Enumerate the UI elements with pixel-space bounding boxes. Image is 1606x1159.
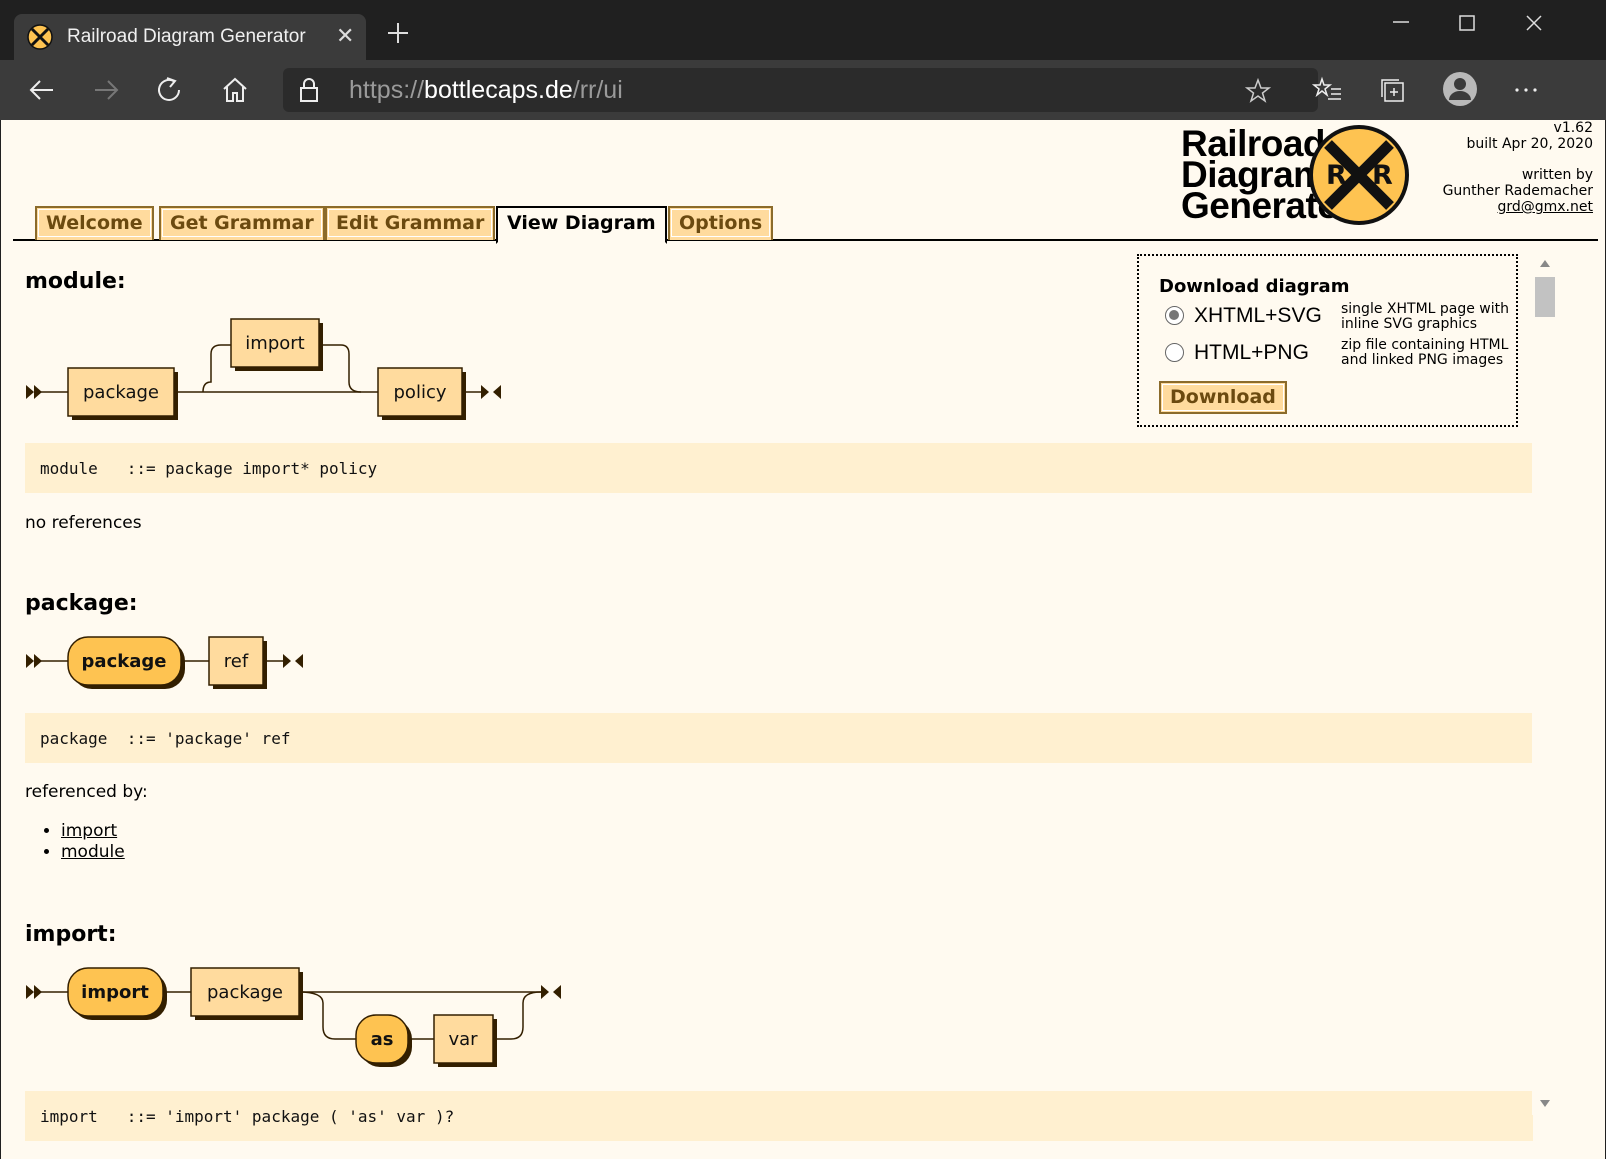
close-tab-icon[interactable]: ✕: [336, 23, 354, 51]
build-date: built Apr 20, 2020: [1466, 136, 1594, 152]
address-bar[interactable]: https://bottlecaps.de/rr/ui: [283, 68, 1318, 112]
home-icon[interactable]: [218, 73, 252, 107]
browser-tab[interactable]: Railroad Diagram Generator ✕: [14, 14, 366, 60]
logo-sign-letter-left: R: [1326, 160, 1347, 191]
terminal-label: package: [82, 651, 167, 672]
railroad-favicon-icon: [27, 24, 53, 50]
nonterminal-label: package: [83, 382, 159, 403]
list-item: module: [61, 842, 125, 863]
ebnf-package: package ::= 'package' ref: [25, 713, 1533, 763]
reference-link-module[interactable]: module: [61, 842, 125, 862]
author-name: Gunther Rademacher: [1442, 183, 1593, 199]
rule-title-import: import:: [25, 922, 117, 947]
reference-link-import[interactable]: import: [61, 821, 117, 841]
url-path: /rr/ui: [572, 76, 623, 104]
url-text: https://bottlecaps.de/rr/ui: [349, 76, 623, 105]
scrollbar-thumb[interactable]: [1535, 277, 1555, 317]
tab-options[interactable]: Options: [668, 206, 774, 240]
profile-avatar-icon[interactable]: [1440, 69, 1480, 109]
tab-edit-grammar[interactable]: Edit Grammar: [325, 206, 496, 240]
ebnf-module: module ::= package import* policy: [25, 443, 1533, 493]
url-scheme: https://: [349, 76, 425, 104]
railroad-diagram-package: package ref: [26, 636, 303, 689]
nonterminal-label: package: [207, 982, 283, 1003]
new-tab-icon[interactable]: [385, 20, 411, 46]
rule-title-package: package:: [25, 591, 138, 616]
tab-bar: Welcome Get Grammar Edit Grammar View Di…: [13, 206, 1598, 244]
more-menu-icon[interactable]: [1509, 73, 1543, 107]
favorites-icon[interactable]: [1311, 73, 1345, 107]
version: v1.62: [1553, 120, 1593, 136]
forward-icon[interactable]: [89, 73, 123, 107]
scroll-down-icon[interactable]: [1540, 1100, 1550, 1108]
page-viewport: Railroad Diagram Generator R R v1.62 bui…: [1, 120, 1605, 1159]
refresh-icon[interactable]: [153, 73, 187, 107]
nonterminal-label: import: [245, 333, 304, 354]
tab-get-grammar[interactable]: Get Grammar: [159, 206, 325, 240]
diagram-content: module: package import policy module::=…: [1, 250, 1557, 1159]
minimize-icon[interactable]: [1387, 12, 1415, 40]
list-item: import: [61, 821, 125, 842]
tab-view-diagram[interactable]: View Diagram: [496, 206, 667, 244]
nonterminal-label: ref: [224, 651, 249, 672]
ebnf-import: import ::= 'import' package ( 'as' var )…: [25, 1091, 1533, 1141]
nonterminal-label: var: [448, 1029, 478, 1050]
terminal-label: import: [81, 982, 149, 1003]
terminal-label: as: [371, 1029, 394, 1050]
scrollbar[interactable]: [1532, 255, 1558, 1115]
url-host: bottlecaps.de: [424, 76, 573, 104]
tab-welcome[interactable]: Welcome: [35, 206, 154, 240]
railroad-diagram-import: import package as var: [26, 967, 561, 1067]
lock-icon[interactable]: [297, 76, 321, 104]
browser-window: Railroad Diagram Generator ✕ https://bot…: [0, 0, 1606, 1159]
nonterminal-label: policy: [394, 382, 447, 403]
logo-sign-letter-right: R: [1372, 160, 1393, 191]
scroll-up-icon[interactable]: [1540, 259, 1550, 267]
written-by-label: written by: [1521, 167, 1593, 183]
favorite-star-icon[interactable]: [1245, 78, 1271, 104]
references-list: import module: [61, 821, 125, 863]
tab-title: Railroad Diagram Generator: [67, 26, 306, 47]
version-info: v1.62 built Apr 20, 2020 written by Gunt…: [1443, 120, 1593, 215]
references-label: no references: [25, 513, 142, 533]
back-icon[interactable]: [25, 73, 59, 107]
railroad-diagram-module: package import policy: [26, 318, 501, 420]
maximize-icon[interactable]: [1453, 12, 1481, 40]
collections-icon[interactable]: [1376, 73, 1410, 107]
rule-title-module: module:: [25, 269, 126, 294]
references-label: referenced by:: [25, 782, 148, 802]
navigation-bar: https://bottlecaps.de/rr/ui: [0, 60, 1606, 120]
window-close-icon[interactable]: [1520, 12, 1548, 40]
